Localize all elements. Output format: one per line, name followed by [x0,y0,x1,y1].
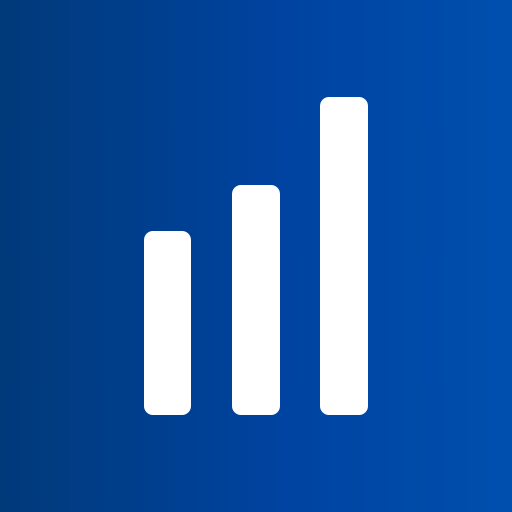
signal-bar-short [144,231,191,415]
app-icon-tile [0,0,512,512]
signal-bar-tall [320,97,368,415]
signal-strength-bars-icon [144,97,368,415]
signal-bar-medium [232,185,280,415]
